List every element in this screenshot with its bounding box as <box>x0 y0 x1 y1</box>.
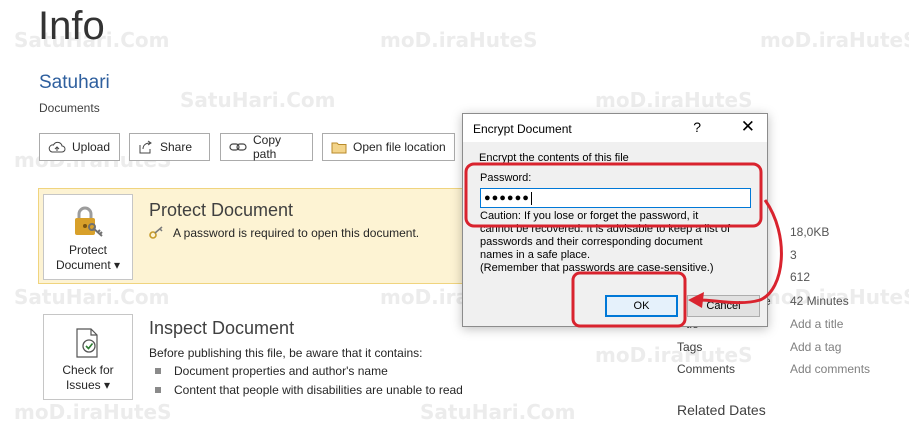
page-title: Info <box>38 4 105 48</box>
lock-key-icon <box>75 206 103 237</box>
text-cursor <box>530 191 532 205</box>
ok-button[interactable]: OK <box>605 295 678 317</box>
caution-line: Caution: If you lose or forget the passw… <box>480 210 699 222</box>
caution-line: names in a safe place. <box>480 249 591 261</box>
cloud-upload-icon <box>48 141 66 153</box>
file-location: Documents <box>39 101 100 115</box>
bullet-marker <box>155 368 161 374</box>
dialog-titlebar: Encrypt Document ? ✕ <box>463 114 767 142</box>
list-item: Content that people with disabilities ar… <box>155 383 463 397</box>
protect-document-title: Protect Document <box>149 200 294 220</box>
inspect-document-icon <box>76 328 98 358</box>
protect-button-label-2: Document ▾ <box>55 258 121 272</box>
words-value: 612 <box>790 270 811 284</box>
dialog-title: Encrypt Document <box>473 122 572 136</box>
upload-button[interactable]: Upload <box>39 133 120 161</box>
bullet-marker <box>155 387 161 393</box>
watermark: moD.iraHuteS <box>760 28 909 52</box>
protect-button-label-1: Protect <box>68 243 107 257</box>
share-icon <box>139 140 152 154</box>
password-value: ●●●●●● <box>484 192 530 204</box>
watermark: moD.iraHuteS <box>595 88 753 112</box>
copy-path-label: Copy path <box>253 133 282 161</box>
watermark: SatuHari.Com <box>420 400 576 424</box>
open-file-location-button[interactable]: Open file location <box>322 133 455 161</box>
protect-status: A password is required to open this docu… <box>149 226 419 240</box>
inspect-item-text: Document properties and author's name <box>174 364 388 378</box>
open-file-location-label: Open file location <box>353 140 446 154</box>
caution-line: passwords and their corresponding docume… <box>480 236 703 248</box>
dialog-heading: Encrypt the contents of this file <box>479 152 629 164</box>
close-icon[interactable]: ✕ <box>741 117 755 137</box>
file-name: Satuhari <box>39 72 110 93</box>
inspect-document-title: Inspect Document <box>149 318 295 338</box>
list-item: Document properties and author's name <box>155 364 388 378</box>
caution-text: Caution: If you lose or forget the passw… <box>480 210 758 275</box>
inspect-item-text: Content that people with disabilities ar… <box>174 383 463 397</box>
add-title-field[interactable]: Add a title <box>790 317 843 331</box>
encrypt-document-dialog: Encrypt Document ? ✕ Encrypt the content… <box>462 113 768 327</box>
caution-line: cannot be recovered. It is advisable to … <box>480 223 731 235</box>
cancel-button[interactable]: Cancel <box>687 295 760 317</box>
share-label: Share <box>160 140 193 154</box>
size-value: 18,0KB <box>790 225 830 239</box>
check-for-issues-button[interactable]: Check for Issues ▾ <box>43 314 133 400</box>
related-dates-heading: Related Dates <box>677 402 766 418</box>
key-icon <box>149 226 163 239</box>
link-icon <box>229 143 247 151</box>
pages-value: 3 <box>790 248 797 262</box>
share-button[interactable]: Share <box>129 133 210 161</box>
protect-status-text: A password is required to open this docu… <box>173 226 420 240</box>
add-comments-field[interactable]: Add comments <box>790 362 870 376</box>
check-issues-label-2: Issues ▾ <box>65 378 111 392</box>
watermark: moD.iraHuteS <box>14 400 172 424</box>
comments-label: Comments <box>677 362 736 376</box>
password-label: Password: <box>480 172 532 184</box>
watermark: moD.iraHuteS <box>380 28 538 52</box>
watermark: SatuHari.Com <box>14 285 170 309</box>
check-issues-label-1: Check for <box>62 363 114 377</box>
upload-label: Upload <box>72 140 111 154</box>
password-field[interactable]: ●●●●●● <box>480 188 751 208</box>
copy-path-button[interactable]: Copy path <box>220 133 313 161</box>
edit-time-value: 42 Minutes <box>790 294 849 308</box>
help-icon[interactable]: ? <box>693 119 701 135</box>
tags-label: Tags <box>677 340 703 354</box>
inspect-intro: Before publishing this file, be aware th… <box>149 346 423 360</box>
caution-line: (Remember that passwords are case-sensit… <box>480 262 714 274</box>
protect-document-button[interactable]: Protect Document ▾ <box>43 194 133 280</box>
watermark: SatuHari.Com <box>180 88 336 112</box>
add-tag-field[interactable]: Add a tag <box>790 340 841 354</box>
folder-icon <box>331 142 347 154</box>
